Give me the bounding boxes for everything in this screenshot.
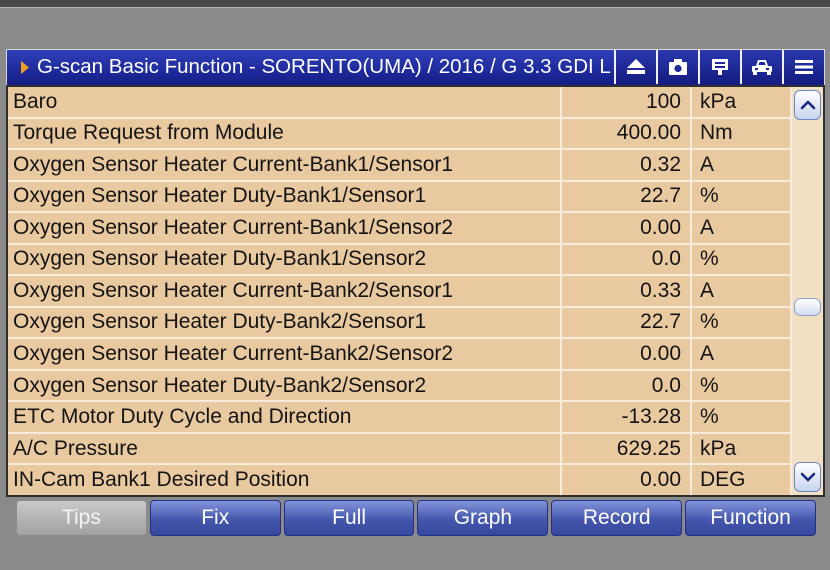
record-button[interactable]: Record (551, 500, 683, 536)
sensor-data-table: Baro 100 kPa Torque Request from Module … (6, 85, 825, 497)
parameter-name: Baro (13, 89, 58, 113)
parameter-unit: kPa (690, 87, 790, 117)
parameter-value: 0.00 (560, 465, 690, 495)
table-row[interactable]: Oxygen Sensor Heater Current-Bank2/Senso… (8, 339, 790, 371)
table-row[interactable]: Oxygen Sensor Heater Current-Bank1/Senso… (8, 150, 790, 182)
title-toolbar (614, 50, 824, 84)
table-row[interactable]: Torque Request from Module 400.00 Nm (8, 118, 790, 151)
table-row[interactable]: Oxygen Sensor Heater Duty-Bank1/Sensor1 … (8, 181, 790, 214)
function-button[interactable]: Function (685, 500, 816, 536)
parameter-name: Torque Request from Module (13, 121, 284, 145)
parameter-name: IN-Cam Bank1 Desired Position (13, 468, 310, 492)
parameter-name: Oxygen Sensor Heater Duty-Bank2/Sensor1 (13, 310, 427, 334)
top-frame-bar (0, 0, 830, 8)
table-row[interactable]: Oxygen Sensor Heater Current-Bank2/Senso… (8, 276, 790, 308)
graph-button[interactable]: Graph (417, 500, 549, 536)
vehicle-button[interactable] (740, 50, 782, 84)
parameter-unit: % (690, 307, 790, 338)
camera-icon (669, 59, 687, 75)
play-arrow-icon (21, 61, 29, 74)
eject-button[interactable] (614, 50, 656, 84)
vertical-scrollbar[interactable] (790, 87, 823, 495)
window-title-bar: G-scan Basic Function - SORENTO(UMA) / 2… (6, 49, 825, 85)
window-title: G-scan Basic Function - SORENTO(UMA) / 2… (37, 55, 611, 78)
table-row[interactable]: IN-Cam Bank1 Desired Position 0.00 DEG (8, 465, 790, 495)
parameter-name: Oxygen Sensor Heater Duty-Bank2/Sensor2 (13, 373, 427, 397)
parameter-value: 22.7 (560, 307, 690, 338)
parameter-name: Oxygen Sensor Heater Duty-Bank1/Sensor2 (13, 247, 427, 271)
parameter-unit: % (690, 244, 790, 275)
comment-icon (712, 59, 728, 75)
comment-button[interactable] (698, 50, 740, 84)
parameter-value: 0.0 (560, 370, 690, 401)
parameter-value: 400.00 (560, 118, 690, 149)
parameter-name: Oxygen Sensor Heater Current-Bank1/Senso… (13, 152, 454, 176)
parameter-value: 0.32 (560, 150, 690, 180)
parameter-value: 0.00 (560, 339, 690, 369)
table-row[interactable]: Oxygen Sensor Heater Current-Bank1/Senso… (8, 213, 790, 245)
menu-icon (795, 60, 813, 74)
car-icon (752, 60, 772, 75)
menu-button[interactable] (782, 50, 824, 84)
parameter-unit: A (690, 276, 790, 306)
camera-button[interactable] (656, 50, 698, 84)
function-button-bar: Tips Fix Full Graph Record Function (16, 500, 816, 536)
parameter-unit: kPa (690, 433, 790, 464)
sensor-data-rows: Baro 100 kPa Torque Request from Module … (8, 87, 790, 495)
parameter-name: Oxygen Sensor Heater Current-Bank1/Senso… (13, 215, 454, 239)
parameter-value: 22.7 (560, 181, 690, 212)
scroll-down-button[interactable] (794, 462, 821, 492)
parameter-value: 0.33 (560, 276, 690, 306)
chevron-down-icon (800, 472, 815, 482)
parameter-name: Oxygen Sensor Heater Current-Bank2/Senso… (13, 278, 454, 302)
parameter-unit: DEG (690, 465, 790, 495)
full-button[interactable]: Full (283, 500, 415, 536)
table-row[interactable]: Oxygen Sensor Heater Duty-Bank2/Sensor2 … (8, 370, 790, 403)
parameter-name: ETC Motor Duty Cycle and Direction (13, 405, 352, 429)
scroll-up-button[interactable] (794, 90, 821, 120)
table-row[interactable]: Oxygen Sensor Heater Duty-Bank1/Sensor2 … (8, 244, 790, 277)
parameter-name: Oxygen Sensor Heater Current-Bank2/Senso… (13, 342, 454, 366)
tips-button[interactable]: Tips (16, 500, 147, 536)
parameter-value: -13.28 (560, 402, 690, 432)
parameter-name: Oxygen Sensor Heater Duty-Bank1/Sensor1 (13, 184, 427, 208)
parameter-unit: A (690, 213, 790, 243)
chevron-up-icon (800, 100, 815, 110)
scrollbar-thumb[interactable] (794, 297, 821, 316)
parameter-value: 629.25 (560, 433, 690, 464)
table-row[interactable]: ETC Motor Duty Cycle and Direction -13.2… (8, 402, 790, 434)
parameter-unit: % (690, 402, 790, 432)
eject-icon (627, 59, 645, 74)
fix-button[interactable]: Fix (149, 500, 281, 536)
table-row[interactable]: A/C Pressure 629.25 kPa (8, 433, 790, 466)
parameter-unit: A (690, 150, 790, 180)
parameter-unit: % (690, 181, 790, 212)
parameter-unit: A (690, 339, 790, 369)
parameter-unit: % (690, 370, 790, 401)
parameter-name: A/C Pressure (13, 436, 138, 460)
parameter-value: 0.0 (560, 244, 690, 275)
table-row[interactable]: Oxygen Sensor Heater Duty-Bank2/Sensor1 … (8, 307, 790, 340)
parameter-value: 100 (560, 87, 690, 117)
parameter-value: 0.00 (560, 213, 690, 243)
parameter-unit: Nm (690, 118, 790, 149)
table-row[interactable]: Baro 100 kPa (8, 87, 790, 119)
